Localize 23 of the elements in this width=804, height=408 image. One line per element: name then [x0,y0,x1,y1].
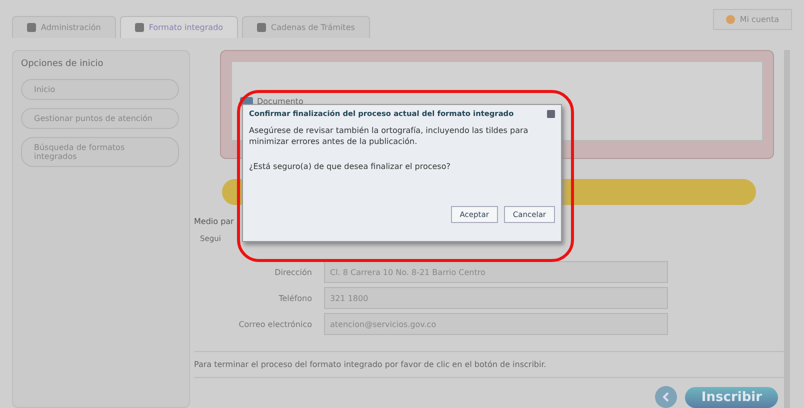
tab-icon [134,23,144,32]
input-field[interactable]: atencion@servicios.gov.co [324,313,668,335]
sidebar-item[interactable]: Inicio [21,79,179,100]
field-label: Correo electrónico [238,320,312,328]
section-title: Medio par [194,217,234,226]
dialog-question: ¿Está seguro(a) de que desea finalizar el proceso? [249,162,452,171]
submit-button[interactable]: Inscribir [685,386,778,408]
field-label: Teléfono [278,294,312,302]
tab-icon [257,23,266,32]
tab[interactable]: Administración [12,16,116,38]
input-field[interactable]: Cl. 8 Carrera 10 No. 8-21 Barrio Centro [324,261,668,283]
input-field[interactable]: 321 1800 [324,287,668,309]
tab[interactable]: Cadenas de Trámites [242,16,370,38]
field-label: Dirección [274,268,312,276]
tree-node[interactable]: Documento [257,96,304,106]
instruction-text: Para terminar el proceso del formato integrado por favor de clic en el botón de inscribir. [194,360,546,369]
account-button[interactable]: Mi cuenta [712,8,792,30]
sidebar-item[interactable]: Búsqueda de formatos integrados [21,137,179,167]
tab-icon [27,23,36,32]
tab[interactable]: Formato integrado [120,16,238,38]
dialog-message: Asegúrese de revisar también la ortografía, incluyendo las tildes para minimizar errores antes de la publicación. [249,126,530,148]
sidebar-title: Opciones de inicio [21,59,104,69]
sidebar-item[interactable]: Gestionar puntos de atención [21,108,179,129]
